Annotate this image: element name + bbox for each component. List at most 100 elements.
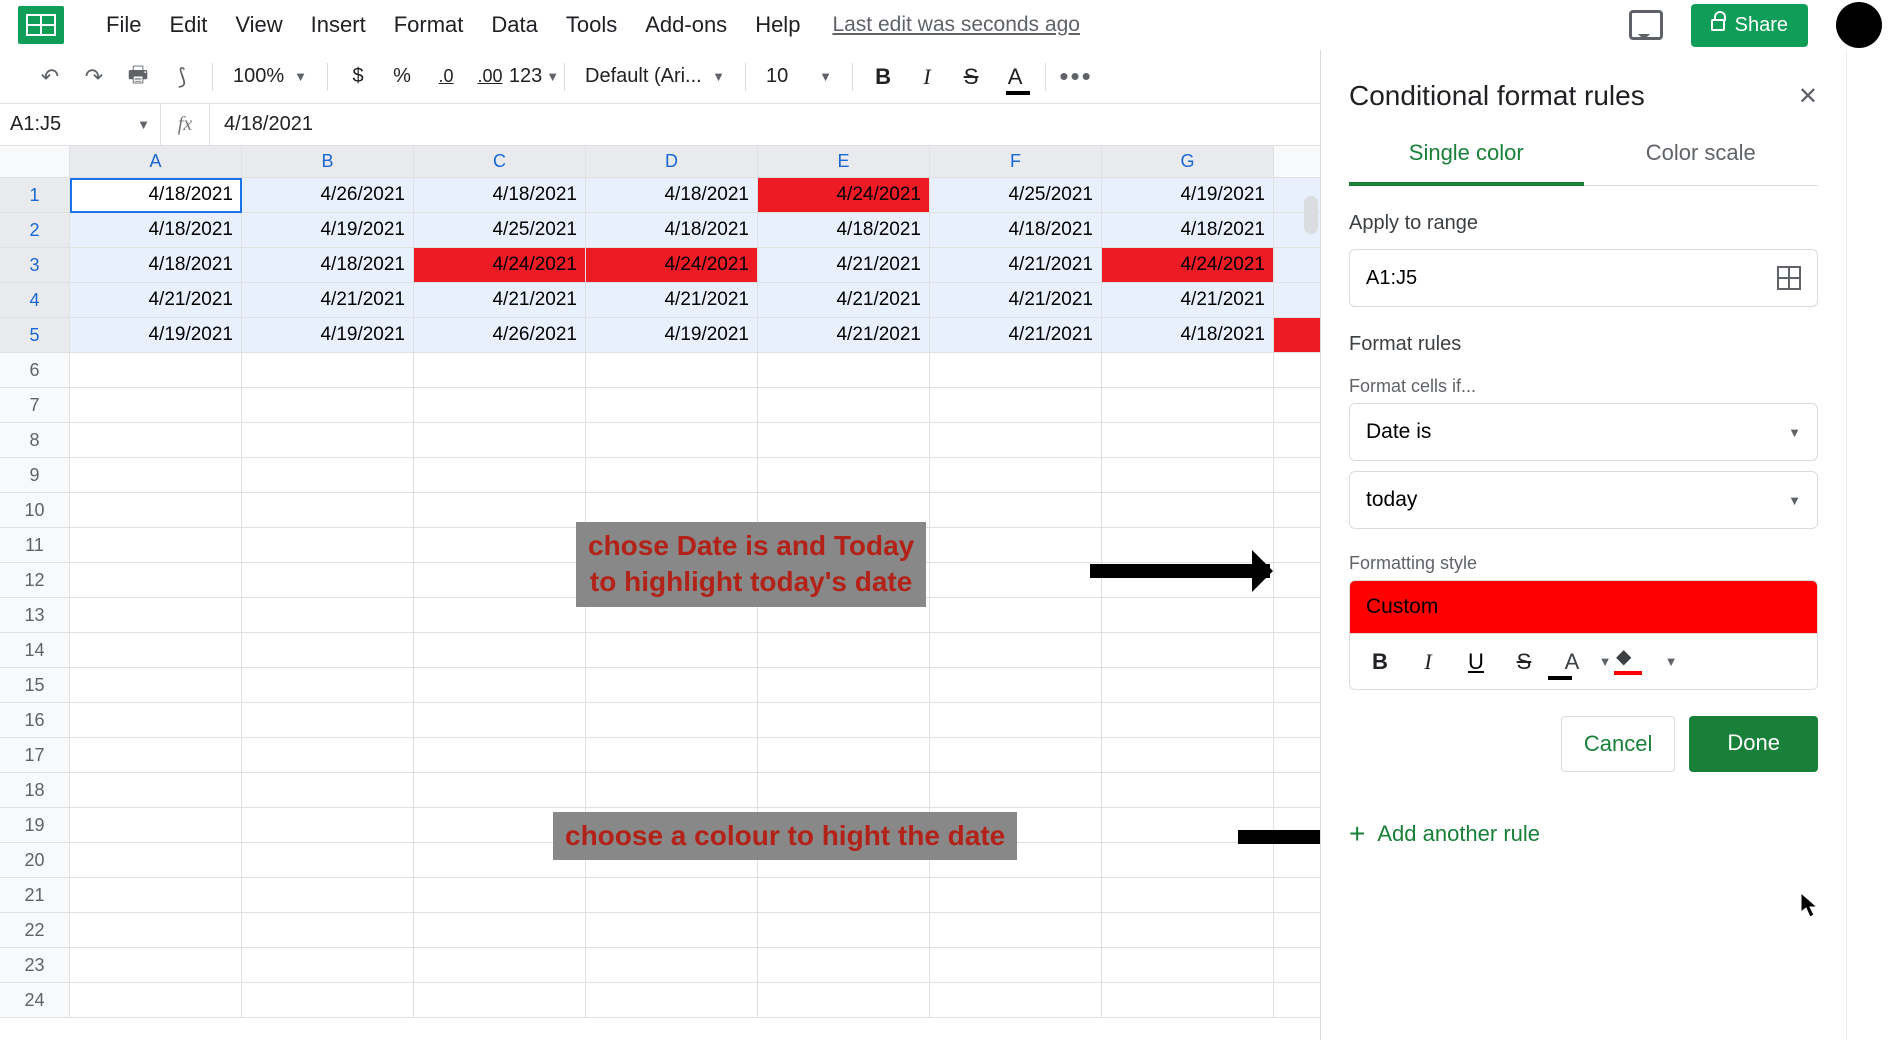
cell[interactable] bbox=[586, 913, 758, 948]
cell[interactable] bbox=[242, 353, 414, 388]
cell[interactable]: 4/21/2021 bbox=[1102, 283, 1274, 318]
cell[interactable]: 4/18/2021 bbox=[758, 213, 930, 248]
cell[interactable]: 4/26/2021 bbox=[414, 318, 586, 353]
cell[interactable] bbox=[1102, 668, 1274, 703]
cell[interactable] bbox=[586, 388, 758, 423]
cell[interactable]: 4/19/2021 bbox=[242, 213, 414, 248]
cell[interactable] bbox=[242, 388, 414, 423]
row-header[interactable]: 16 bbox=[0, 703, 70, 738]
cell[interactable]: 4/18/2021 bbox=[242, 248, 414, 283]
cell[interactable] bbox=[242, 633, 414, 668]
cell[interactable] bbox=[414, 493, 586, 528]
cell[interactable] bbox=[930, 773, 1102, 808]
cell[interactable] bbox=[586, 633, 758, 668]
cell[interactable]: 4/18/2021 bbox=[70, 248, 242, 283]
cell[interactable] bbox=[70, 563, 242, 598]
cell[interactable]: 4/21/2021 bbox=[930, 283, 1102, 318]
cell[interactable] bbox=[70, 528, 242, 563]
cell[interactable]: 4/24/2021 bbox=[758, 178, 930, 213]
cell[interactable] bbox=[1102, 878, 1274, 913]
style-text-color-button[interactable]: A bbox=[1550, 649, 1594, 675]
cell[interactable] bbox=[70, 878, 242, 913]
row-header[interactable]: 12 bbox=[0, 563, 70, 598]
row-header[interactable]: 17 bbox=[0, 738, 70, 773]
cell[interactable] bbox=[758, 633, 930, 668]
cell[interactable]: 4/25/2021 bbox=[414, 213, 586, 248]
cell[interactable] bbox=[930, 983, 1102, 1018]
cell[interactable] bbox=[758, 388, 930, 423]
cell[interactable] bbox=[242, 563, 414, 598]
cancel-button[interactable]: Cancel bbox=[1561, 716, 1675, 772]
cell[interactable] bbox=[1102, 353, 1274, 388]
cell[interactable] bbox=[414, 948, 586, 983]
row-header[interactable]: 21 bbox=[0, 878, 70, 913]
row-header[interactable]: 14 bbox=[0, 633, 70, 668]
chevron-down-icon[interactable]: ▼ bbox=[1664, 654, 1678, 669]
row-header[interactable]: 3 bbox=[0, 248, 70, 283]
cell[interactable] bbox=[414, 878, 586, 913]
cell[interactable] bbox=[930, 353, 1102, 388]
row-header[interactable]: 13 bbox=[0, 598, 70, 633]
cell[interactable] bbox=[70, 983, 242, 1018]
style-strike-button[interactable]: S bbox=[1502, 649, 1546, 675]
row-header[interactable]: 1 bbox=[0, 178, 70, 213]
cell[interactable] bbox=[1102, 493, 1274, 528]
cell[interactable]: 4/21/2021 bbox=[758, 248, 930, 283]
cell[interactable] bbox=[242, 423, 414, 458]
cell[interactable] bbox=[1102, 843, 1274, 878]
cell[interactable] bbox=[586, 983, 758, 1018]
close-icon[interactable]: ✕ bbox=[1798, 82, 1818, 111]
cell[interactable]: 4/18/2021 bbox=[930, 213, 1102, 248]
cell[interactable] bbox=[70, 493, 242, 528]
cell[interactable] bbox=[242, 458, 414, 493]
paint-format-button[interactable]: ⟆ bbox=[162, 57, 202, 97]
cell[interactable] bbox=[930, 458, 1102, 493]
row-header[interactable]: 15 bbox=[0, 668, 70, 703]
cell[interactable] bbox=[586, 773, 758, 808]
cell[interactable] bbox=[70, 843, 242, 878]
cell[interactable] bbox=[1102, 738, 1274, 773]
cell[interactable] bbox=[1102, 458, 1274, 493]
cell[interactable] bbox=[758, 353, 930, 388]
formula-input[interactable]: 4/18/2021 bbox=[210, 113, 327, 136]
row-header[interactable]: 24 bbox=[0, 983, 70, 1018]
cell[interactable] bbox=[758, 703, 930, 738]
cell[interactable] bbox=[758, 668, 930, 703]
cell[interactable] bbox=[242, 703, 414, 738]
column-header[interactable]: E bbox=[758, 146, 930, 178]
cell[interactable]: 4/21/2021 bbox=[242, 283, 414, 318]
cell[interactable] bbox=[414, 668, 586, 703]
cell[interactable]: 4/26/2021 bbox=[242, 178, 414, 213]
row-header[interactable]: 6 bbox=[0, 353, 70, 388]
cell[interactable] bbox=[586, 423, 758, 458]
cell[interactable]: 4/21/2021 bbox=[930, 248, 1102, 283]
cell[interactable] bbox=[70, 598, 242, 633]
menu-insert[interactable]: Insert bbox=[297, 6, 380, 44]
row-header[interactable]: 22 bbox=[0, 913, 70, 948]
cell[interactable] bbox=[414, 738, 586, 773]
cell[interactable] bbox=[414, 528, 586, 563]
select-all-cell[interactable] bbox=[0, 146, 70, 178]
cell[interactable]: 4/18/2021 bbox=[414, 178, 586, 213]
cell[interactable] bbox=[758, 738, 930, 773]
cell[interactable] bbox=[758, 913, 930, 948]
cell[interactable] bbox=[930, 423, 1102, 458]
menu-view[interactable]: View bbox=[221, 6, 296, 44]
cell[interactable] bbox=[70, 388, 242, 423]
cell[interactable] bbox=[1102, 598, 1274, 633]
cell[interactable] bbox=[414, 773, 586, 808]
tab-color-scale[interactable]: Color scale bbox=[1584, 126, 1819, 185]
share-button[interactable]: Share bbox=[1691, 4, 1808, 47]
row-header[interactable]: 20 bbox=[0, 843, 70, 878]
font-size-select[interactable]: 10▼ bbox=[756, 65, 842, 88]
cell[interactable] bbox=[242, 948, 414, 983]
cell[interactable]: 4/24/2021 bbox=[1102, 248, 1274, 283]
zoom-select[interactable]: 100%▼ bbox=[223, 65, 317, 88]
cell[interactable] bbox=[758, 948, 930, 983]
cell[interactable]: 4/18/2021 bbox=[1102, 213, 1274, 248]
menu-format[interactable]: Format bbox=[380, 6, 478, 44]
cell[interactable] bbox=[70, 633, 242, 668]
cell[interactable] bbox=[242, 913, 414, 948]
row-header[interactable]: 7 bbox=[0, 388, 70, 423]
cell[interactable] bbox=[414, 913, 586, 948]
